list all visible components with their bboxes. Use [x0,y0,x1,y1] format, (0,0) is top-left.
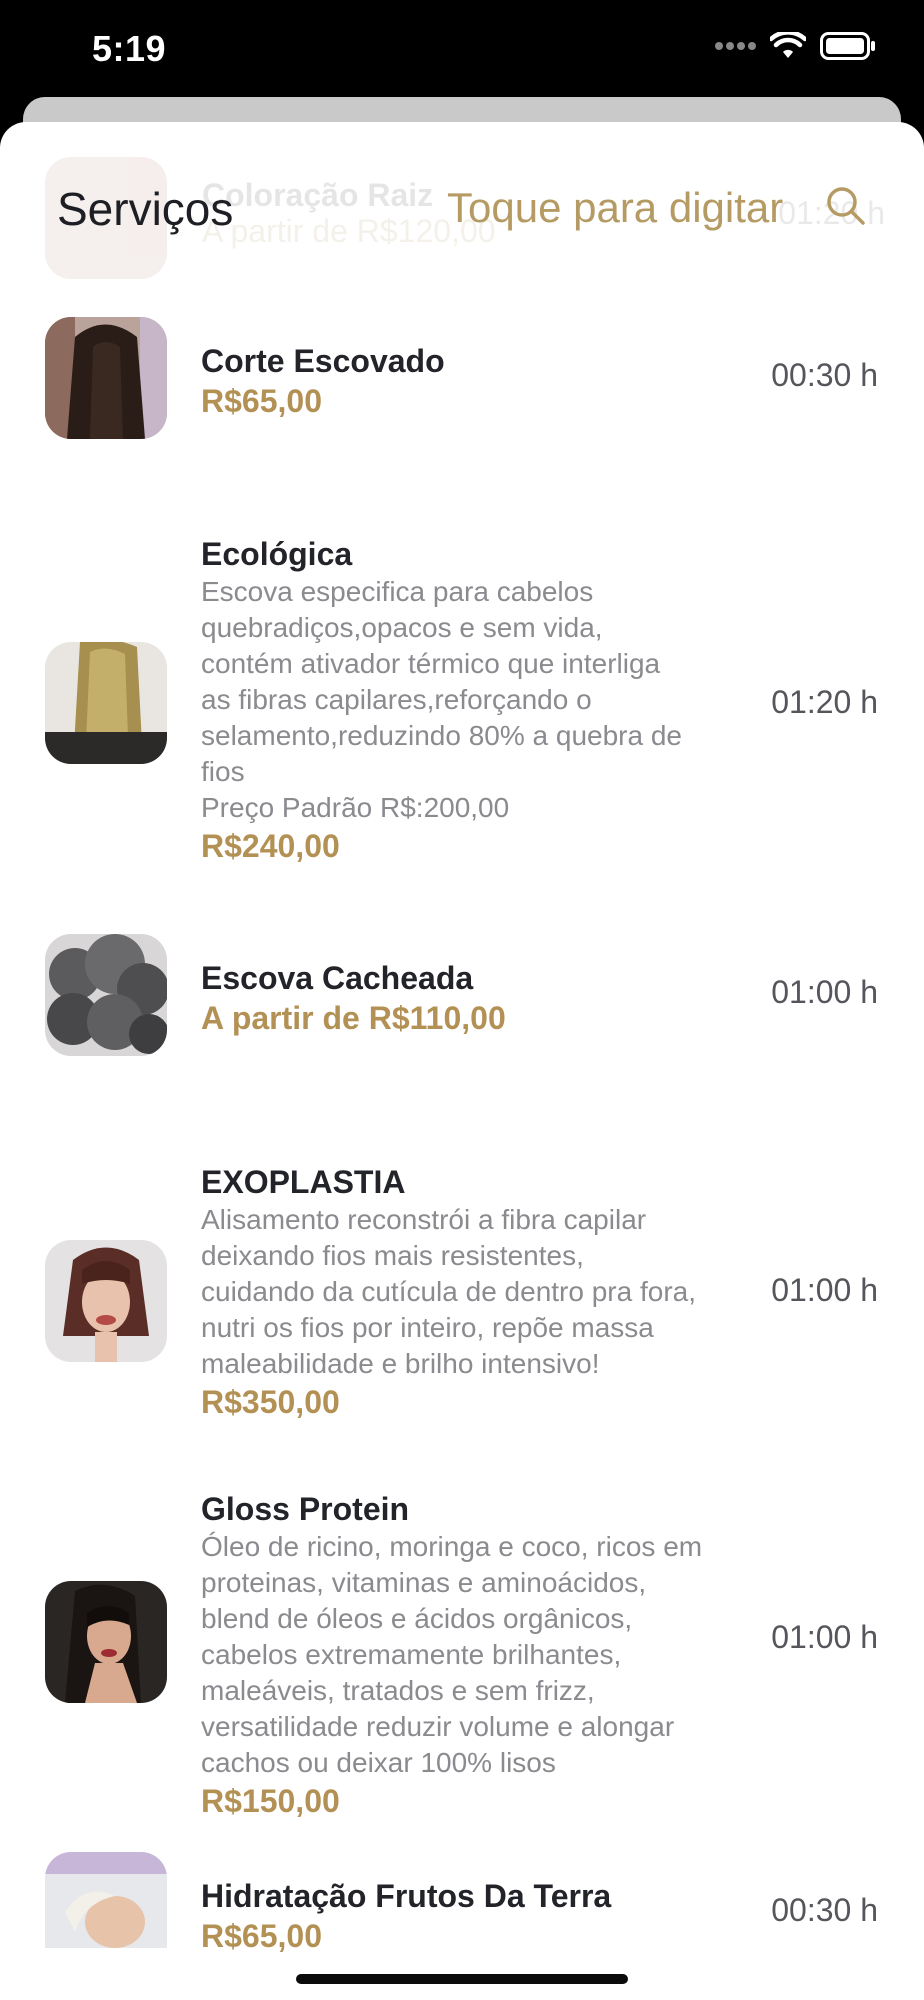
service-price: R$65,00 [201,1918,322,1954]
service-description: fios [201,756,245,787]
service-thumbnail [45,1852,167,1974]
service-description: Alisamento reconstrói a fibra capilar [201,1204,647,1235]
service-name: Corte Escovado [201,343,445,379]
service-description: cabelos extremamente brilhantes, [201,1639,622,1670]
cellular-signal-icon [715,42,756,50]
search-input[interactable]: Toque para digitar [447,184,783,232]
service-description: Óleo de ricino, moringa e coco, ricos em [201,1531,703,1562]
status-time: 5:19 [92,28,167,69]
service-info: Escova Cacheada A partir de R$110,00 [201,958,761,1038]
list-item[interactable]: Escova Cacheada A partir de R$110,00 01:… [0,934,924,1134]
service-thumbnail [45,642,167,764]
service-price: R$65,00 [201,383,322,419]
sheet-header: Coloração Raiz A partir de R$120,00 01:2… [0,122,924,292]
list-item[interactable]: Corte Escovado R$65,00 00:30 h [0,317,924,517]
service-name: Gloss Protein [201,1491,410,1527]
service-info: Corte Escovado R$65,00 [201,341,761,421]
service-duration: 01:20 h [771,684,878,720]
list-item[interactable]: Ecológica Escova especifica para cabelos… [0,534,924,914]
service-description: Escova especifica para cabelos [201,576,594,607]
service-description: maleabilidade e brilho intensivo! [201,1348,600,1379]
service-description: versatilidade reduzir volume e alongar [201,1711,675,1742]
page-title: Serviços [57,183,234,235]
service-thumbnail [45,934,167,1056]
service-thumbnail [45,1240,167,1362]
service-description: quebradiços,opacos e sem vida, [201,612,603,643]
search-icon[interactable] [822,182,870,230]
service-duration: 01:00 h [771,1272,878,1308]
service-description: cuidando da cutícula de dentro pra fora, [201,1276,697,1307]
service-name: EXOPLASTIA [201,1164,406,1200]
service-price: A partir de R$110,00 [201,1000,506,1036]
service-description: proteinas, vitaminas e aminoácidos, [201,1567,647,1598]
service-duration: 00:30 h [771,1892,878,1928]
service-name: Hidratação Frutos Da Terra [201,1878,612,1914]
service-thumbnail [45,1581,167,1703]
service-duration: 01:00 h [771,1619,878,1655]
wifi-icon [770,32,806,58]
service-description: as fibras capilares,reforçando o [201,684,592,715]
service-info: Gloss Protein Óleo de ricino, moringa e … [201,1489,761,1821]
list-item[interactable]: Gloss Protein Óleo de ricino, moringa e … [0,1489,924,1869]
service-description: nutri os fios por inteiro, repõe massa [201,1312,654,1343]
service-name: Ecológica [201,536,353,572]
service-description: blend de óleos e ácidos orgânicos, [201,1603,633,1634]
service-name: Escova Cacheada [201,960,474,996]
status-bar: 5:19 [0,0,924,100]
battery-icon [820,32,875,60]
service-duration: 00:30 h [771,357,878,393]
service-info: Ecológica Escova especifica para cabelos… [201,534,761,866]
service-description: Preço Padrão R$:200,00 [201,792,510,823]
service-name: Coloração Raiz [202,177,434,213]
home-indicator[interactable] [296,1974,628,1984]
service-price: R$150,00 [201,1783,340,1819]
services-sheet: Corte Escovado R$65,00 00:30 h Ecológica… [0,122,924,2000]
status-icons [714,32,876,60]
service-duration: 01:00 h [771,974,878,1010]
service-description: selamento,reduzindo 80% a quebra de [201,720,683,751]
service-price: R$350,00 [201,1384,340,1420]
service-info: Hidratação Frutos Da Terra R$65,00 [201,1876,761,1956]
service-description: deixando fios mais resistentes, [201,1240,584,1271]
service-info: EXOPLASTIA Alisamento reconstrói a fibra… [201,1162,761,1422]
service-description: cachos ou deixar 100% lisos [201,1747,556,1778]
service-description: contém ativador térmico que interliga [201,648,661,679]
list-item[interactable]: EXOPLASTIA Alisamento reconstrói a fibra… [0,1162,924,1462]
service-description: maleáveis, tratados e sem frizz, [201,1675,595,1706]
service-price: R$240,00 [201,828,340,864]
service-thumbnail [45,317,167,439]
